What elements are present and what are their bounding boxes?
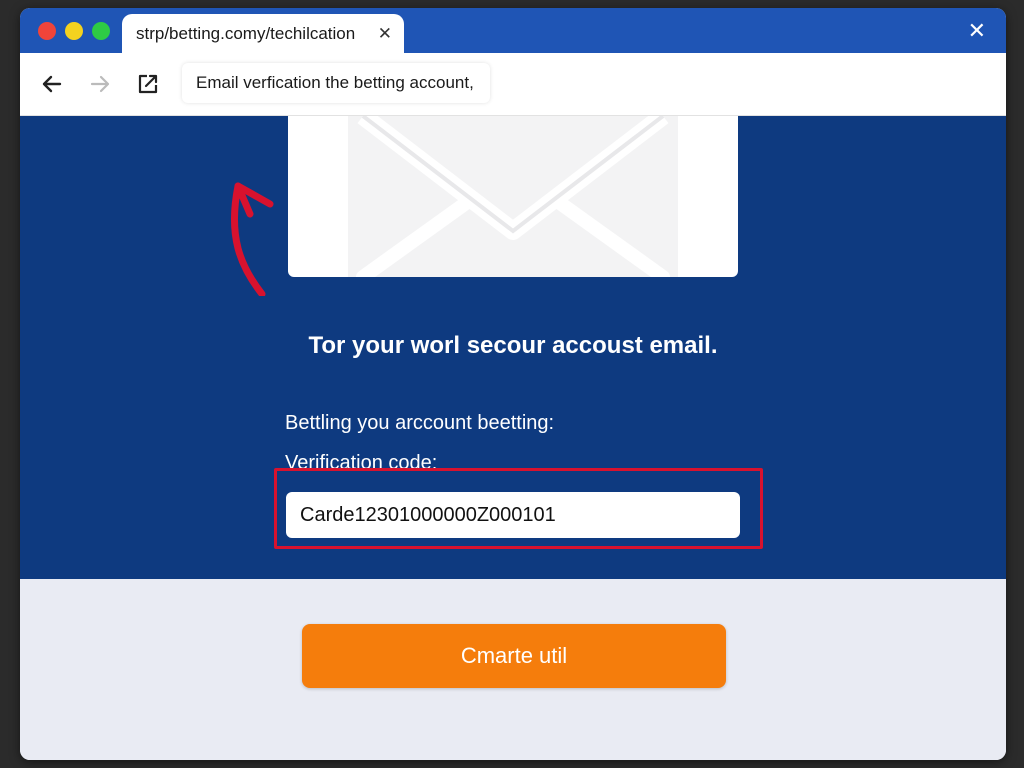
browser-tab[interactable]: strp/betting.comy/techilcation ✕ [122, 14, 404, 54]
maximize-window-dot[interactable] [92, 22, 110, 40]
email-illustration-card [288, 108, 738, 284]
red-arrow-annotation [230, 182, 274, 296]
action-area: Cmarte util [20, 579, 1006, 760]
tab-close-icon[interactable]: ✕ [378, 24, 392, 44]
back-arrow-icon[interactable] [38, 70, 66, 98]
verification-code-input[interactable] [286, 492, 740, 538]
minimize-window-dot[interactable] [65, 22, 83, 40]
tab-title: strp/betting.comy/techilcation [136, 24, 356, 43]
browser-window: strp/betting.comy/techilcation ✕ ✕ Email… [20, 8, 1006, 760]
share-icon[interactable] [134, 70, 162, 98]
window-close-icon[interactable]: ✕ [968, 18, 986, 44]
browser-toolbar: Email verfication the betting account, [20, 53, 1006, 116]
forward-arrow-icon[interactable] [86, 70, 114, 98]
address-bar[interactable]: Email verfication the betting account, [182, 63, 490, 103]
verification-panel: Tor your worl secour accoust email. Bett… [20, 108, 1006, 579]
address-text: Email verfication the betting account, [196, 73, 474, 92]
title-bar: strp/betting.comy/techilcation ✕ ✕ [20, 8, 1006, 54]
submit-button[interactable]: Cmarte util [302, 624, 726, 688]
account-subtext: Bettling you arccount beetting: [285, 412, 555, 434]
page-headline: Tor your worl secour accoust email. [308, 332, 718, 359]
envelope-icon [348, 108, 678, 284]
close-window-dot[interactable] [38, 22, 56, 40]
